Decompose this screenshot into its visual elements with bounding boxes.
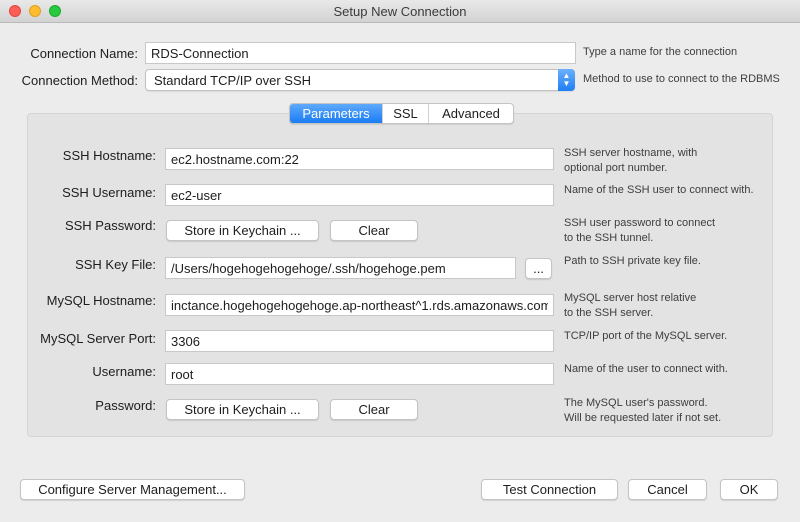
- tab-advanced[interactable]: Advanced: [428, 104, 513, 123]
- ssh-keyfile-hint: Path to SSH private key file.: [564, 255, 701, 267]
- ok-button[interactable]: OK: [720, 479, 778, 500]
- username-input[interactable]: [165, 363, 554, 385]
- mysql-port-label: MySQL Server Port:: [40, 331, 156, 346]
- ssh-keyfile-browse-button[interactable]: ...: [525, 258, 552, 279]
- ssh-password-hint-line1: SSH user password to connect: [564, 217, 716, 229]
- password-hint-line2: Will be requested later if not set.: [564, 412, 722, 424]
- ssh-username-label: SSH Username:: [62, 185, 156, 200]
- connection-name-hint: Type a name for the connection: [583, 46, 738, 58]
- title-bar: Setup New Connection: [0, 0, 800, 23]
- ssh-password-hint-line2: to the SSH tunnel.: [564, 232, 654, 244]
- clear-password-button[interactable]: Clear: [330, 399, 418, 420]
- ssh-hostname-hint-line1: SSH server hostname, with: [564, 147, 698, 159]
- tab-bar: Parameters SSL Advanced: [289, 103, 514, 124]
- chevron-up-down-icon: ▲ ▼: [558, 69, 575, 91]
- username-label: Username:: [92, 364, 156, 379]
- test-connection-button[interactable]: Test Connection: [481, 479, 618, 500]
- mysql-hostname-label: MySQL Hostname:: [46, 293, 156, 308]
- password-label: Password:: [95, 398, 156, 413]
- mysql-hostname-input[interactable]: [165, 294, 554, 316]
- ssh-store-in-keychain-button[interactable]: Store in Keychain ...: [166, 220, 319, 241]
- window-title: Setup New Connection: [333, 4, 467, 19]
- ssh-keyfile-label: SSH Key File:: [75, 257, 156, 272]
- ssh-hostname-hint: SSH server hostname, with optional port …: [564, 146, 697, 176]
- ssh-password-hint: SSH user password to connect to the SSH …: [564, 216, 715, 246]
- ssh-hostname-hint-line2: optional port number.: [564, 162, 668, 174]
- ssh-keyfile-input[interactable]: [165, 257, 516, 279]
- connection-name-input[interactable]: [145, 42, 576, 64]
- ssh-hostname-input[interactable]: [165, 148, 554, 170]
- ssh-username-hint: Name of the SSH user to connect with.: [564, 184, 754, 196]
- configure-server-management-button[interactable]: Configure Server Management...: [20, 479, 245, 500]
- tab-ssl[interactable]: SSL: [382, 104, 428, 123]
- connection-method-value: Standard TCP/IP over SSH: [154, 73, 312, 88]
- ssh-hostname-label: SSH Hostname:: [62, 148, 156, 163]
- ssh-password-label: SSH Password:: [64, 218, 156, 233]
- connection-method-hint: Method to use to connect to the RDBMS: [583, 73, 780, 85]
- mysql-hostname-hint-line2: to the SSH server.: [564, 307, 654, 319]
- mysql-hostname-hint: MySQL server host relative to the SSH se…: [564, 291, 696, 321]
- connection-method-label: Connection Method:: [21, 73, 138, 88]
- connection-name-label: Connection Name:: [30, 46, 138, 61]
- cancel-button[interactable]: Cancel: [628, 479, 707, 500]
- ssh-clear-password-button[interactable]: Clear: [330, 220, 418, 241]
- username-hint: Name of the user to connect with.: [564, 363, 728, 375]
- password-hint-line1: The MySQL user's password.: [564, 397, 708, 409]
- tab-parameters[interactable]: Parameters: [290, 104, 382, 123]
- mysql-hostname-hint-line1: MySQL server host relative: [564, 292, 697, 304]
- mysql-port-input[interactable]: [165, 330, 554, 352]
- ssh-username-input[interactable]: [165, 184, 554, 206]
- store-in-keychain-button[interactable]: Store in Keychain ...: [166, 399, 319, 420]
- mysql-port-hint: TCP/IP port of the MySQL server.: [564, 330, 728, 342]
- connection-method-select[interactable]: Standard TCP/IP over SSH ▲ ▼: [145, 69, 575, 91]
- setup-connection-window: Setup New Connection Connection Name: Ty…: [0, 0, 800, 522]
- password-hint: The MySQL user's password. Will be reque…: [564, 396, 721, 426]
